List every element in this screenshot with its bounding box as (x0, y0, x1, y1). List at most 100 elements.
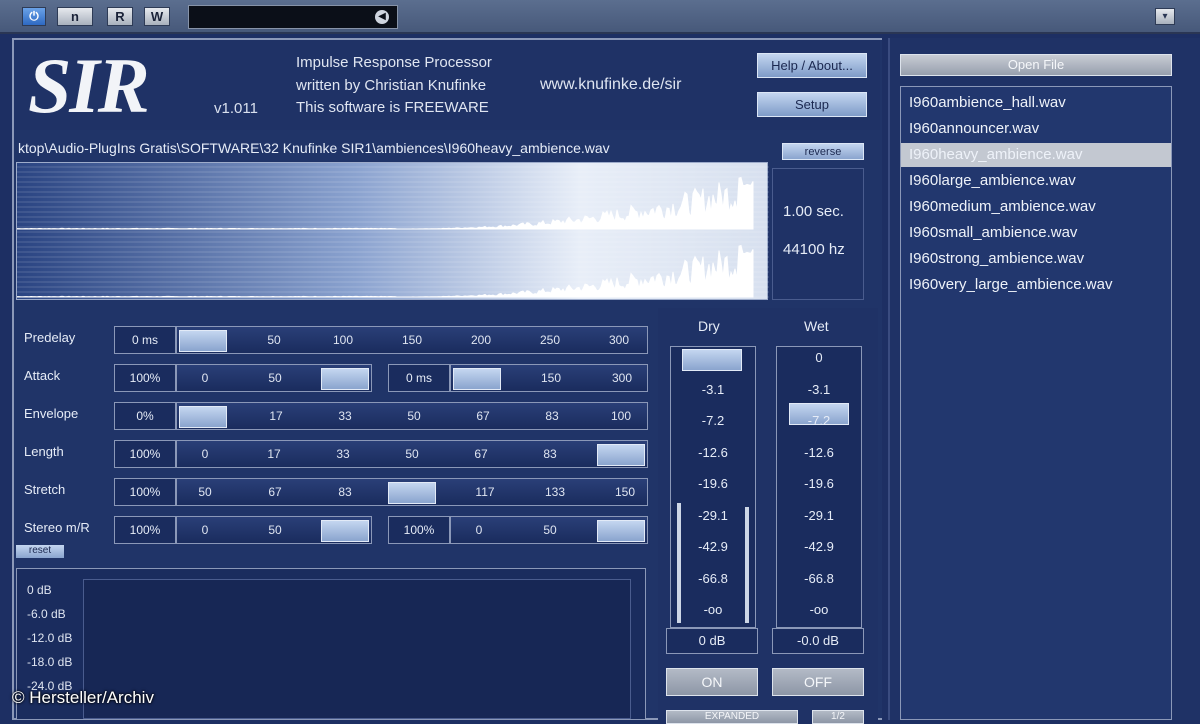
attack-time-slider[interactable]: 150 300 (450, 364, 648, 392)
setup-button[interactable]: Setup (757, 92, 867, 117)
file-list-item[interactable]: I960small_ambience.wav (901, 221, 1171, 245)
waveform-channel-left (17, 176, 754, 230)
power-button[interactable]: ⏻ (22, 7, 46, 26)
predelay-row: Predelay 0 ms 50 100 150 200 250 300 (16, 324, 656, 354)
slider-tick-label: 50 (268, 371, 282, 385)
slider-tick-label: 150 (614, 485, 636, 499)
slider-thumb[interactable] (179, 406, 227, 428)
file-list-item[interactable]: I960heavy_ambience.wav (901, 143, 1171, 167)
duration-readout: 1.00 sec. (783, 203, 844, 220)
stretch-slider[interactable]: 50 67 83 117 133 150 (176, 478, 648, 506)
predelay-slider[interactable]: 50 100 150 200 250 300 (176, 326, 648, 354)
slider-tick-label: 300 (608, 333, 630, 347)
attack-slider[interactable]: 0 50 (176, 364, 372, 392)
slider-tick-label: 83 (543, 447, 557, 461)
wet-scale-label: -12.6 (804, 444, 834, 460)
slider-tick-label: 117 (475, 485, 495, 499)
slider-tick-label: 50 (407, 409, 421, 423)
stereo-value-2[interactable]: 100% (388, 516, 450, 544)
slider-tick-label: 300 (611, 371, 633, 385)
reverse-button[interactable]: reverse (782, 143, 864, 160)
slider-tick-label: 50 (198, 485, 212, 499)
slider-tick-label: 50 (267, 333, 281, 347)
read-automation-button[interactable]: R (107, 7, 133, 26)
envelope-value[interactable]: 0% (114, 402, 176, 430)
help-about-button[interactable]: Help / About... (757, 53, 867, 78)
slider-thumb[interactable] (321, 368, 369, 390)
db-label: -18.0 dB (27, 655, 73, 669)
stretch-row: Stretch 100% 50 67 83 117 133 150 (16, 476, 656, 506)
attack-value[interactable]: 100% (114, 364, 176, 392)
file-list-item[interactable]: I960medium_ambience.wav (901, 195, 1171, 219)
off-button[interactable]: OFF (772, 668, 864, 696)
info-line-1: Impulse Response Processor (296, 54, 492, 71)
envelope-label: Envelope (24, 406, 79, 421)
slider-thumb[interactable] (597, 444, 645, 466)
slider-tick-label: 33 (338, 409, 352, 423)
envelope-row: Envelope 0% 17 33 50 67 83 100 (16, 400, 656, 430)
preset-field[interactable]: ◀ (188, 5, 398, 29)
file-path: ktop\Audio-PlugIns Gratis\SOFTWARE\32 Kn… (18, 140, 610, 156)
slider-thumb[interactable] (453, 368, 501, 390)
envelope-slider[interactable]: 17 33 50 67 83 100 (176, 402, 648, 430)
wet-title: Wet (804, 318, 829, 334)
slider-tick-label: 50 (543, 523, 557, 537)
slider-tick-label: 67 (474, 447, 488, 461)
reset-button[interactable]: reset (16, 545, 64, 558)
length-value[interactable]: 100% (114, 440, 176, 468)
length-slider[interactable]: 0 17 33 50 67 83 (176, 440, 648, 468)
on-button[interactable]: ON (666, 668, 758, 696)
host-menu-button[interactable]: ▾ (1155, 8, 1175, 25)
slider-thumb[interactable] (388, 482, 436, 504)
stretch-value[interactable]: 100% (114, 478, 176, 506)
dry-value[interactable]: 0 dB (666, 628, 758, 654)
wet-scale-label: -42.9 (804, 539, 834, 554)
dry-scale-label: -29.1 (698, 507, 728, 523)
slider-tick-label: 200 (470, 333, 492, 347)
wet-scale-label: 0 (815, 350, 823, 365)
dry-scale-label: -oo (703, 602, 723, 617)
waveform-info: 1.00 sec. 44100 hz (772, 168, 864, 300)
website-link[interactable]: www.knufinke.de/sir (540, 76, 681, 94)
version-label: v1.011 (214, 100, 258, 117)
host-toolbar: ⏻ n R W ◀ ▾ (0, 0, 1200, 34)
waveform-display (16, 162, 769, 300)
file-list-item[interactable]: I960large_ambience.wav (901, 169, 1171, 193)
waveform-channel-right (17, 244, 754, 298)
wet-value[interactable]: -0.0 dB (772, 628, 864, 654)
file-list-item[interactable]: I960very_large_ambience.wav (901, 273, 1171, 297)
image-credit: © Hersteller/Archiv (12, 688, 154, 707)
stereo-balance-slider[interactable]: 0 50 (450, 516, 648, 544)
file-list-item[interactable]: I960ambience_hall.wav (901, 91, 1171, 115)
wet-scale-label: -3.1 (807, 381, 831, 397)
length-label: Length (24, 444, 64, 459)
wet-scale-label: -7.2 (807, 413, 831, 428)
slider-thumb[interactable] (321, 520, 369, 542)
slider-tick-label: 67 (476, 409, 490, 423)
stereo-width-slider[interactable]: 0 50 (176, 516, 372, 544)
stereo-value[interactable]: 100% (114, 516, 176, 544)
compare-button[interactable]: n (57, 7, 93, 26)
write-automation-button[interactable]: W (144, 7, 170, 26)
expanded-button[interactable]: EXPANDED (666, 710, 798, 724)
slider-tick-label: 150 (401, 333, 423, 347)
dry-fader-thumb[interactable] (682, 349, 742, 371)
stereo-label: Stereo m/R (24, 520, 90, 535)
preset-arrow-icon[interactable]: ◀ (375, 10, 389, 24)
predelay-value[interactable]: 0 ms (114, 326, 176, 354)
slider-thumb[interactable] (179, 330, 227, 352)
predelay-label: Predelay (24, 330, 76, 345)
db-label: 0 dB (27, 583, 52, 597)
dry-scale-label: -12.6 (698, 444, 728, 460)
open-file-button[interactable]: Open File (900, 54, 1172, 76)
slider-tick-label: 83 (338, 485, 352, 499)
dry-scale-label: -66.8 (698, 570, 728, 586)
file-list-item[interactable]: I960announcer.wav (901, 117, 1171, 141)
slider-thumb[interactable] (597, 520, 645, 542)
dry-scale-label: -3.1 (701, 381, 725, 397)
half-button[interactable]: 1/2 (812, 710, 864, 724)
attack-time-value[interactable]: 0 ms (388, 364, 450, 392)
attack-label: Attack (24, 368, 61, 383)
file-list-item[interactable]: I960strong_ambience.wav (901, 247, 1171, 271)
file-list[interactable]: I960ambience_hall.wav I960announcer.wav I9… (900, 86, 1172, 720)
